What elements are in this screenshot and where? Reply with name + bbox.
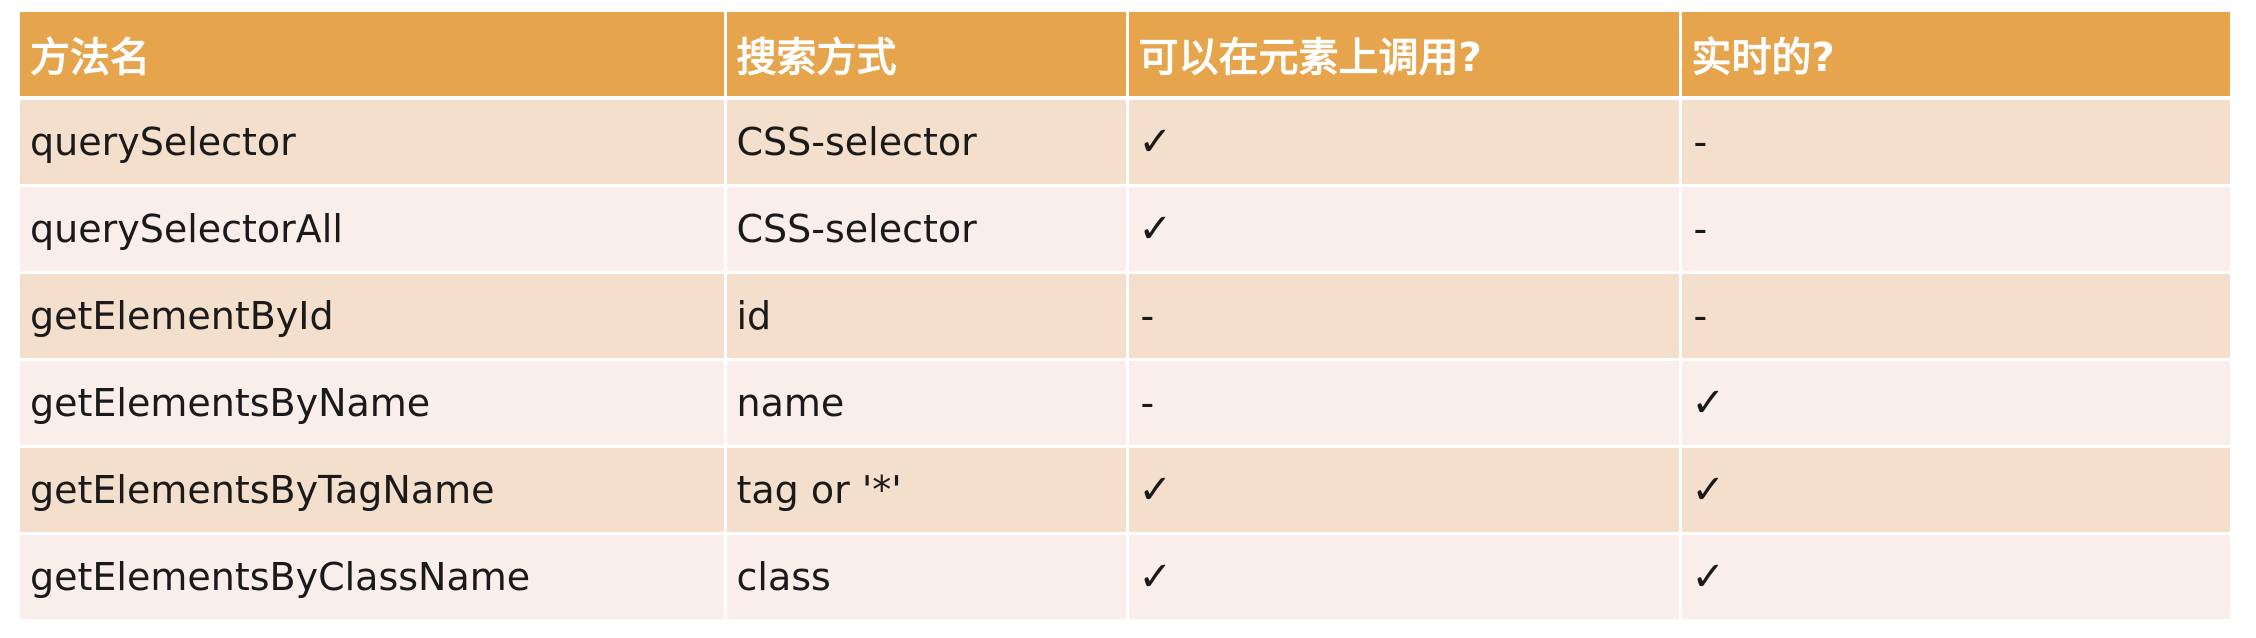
live-cell: - [1680, 271, 2230, 360]
dash-mark: - [1693, 294, 1708, 338]
method-name-cell: querySelectorAll [20, 184, 727, 273]
search-by-cell: id [725, 271, 1129, 360]
table-row: getElementById id - - [20, 271, 2230, 360]
method-name-cell: getElementsByTagName [20, 445, 727, 534]
check-icon: ✓ [1691, 380, 1726, 426]
live-cell: - [1680, 96, 2230, 186]
live-cell: - [1680, 184, 2230, 273]
method-name-cell: getElementsByName [20, 358, 727, 447]
live-cell: ✓ [1680, 532, 2230, 619]
search-by-cell: tag or '*' [725, 445, 1129, 534]
dash-mark: - [1140, 294, 1155, 338]
table-row: querySelector CSS-selector ✓ - [20, 96, 2230, 186]
header-live: 实时的? [1680, 12, 2230, 100]
dash-mark: - [1140, 381, 1155, 425]
search-by-cell: name [725, 358, 1129, 447]
header-method-name: 方法名 [20, 12, 727, 100]
header-callable-on-element: 可以在元素上调用? [1127, 12, 1682, 100]
dash-mark: - [1693, 207, 1708, 251]
search-by-cell: CSS-selector [725, 96, 1129, 186]
live-cell: ✓ [1680, 358, 2230, 447]
callable-on-element-cell: ✓ [1127, 532, 1682, 619]
table-row: getElementsByName name - ✓ [20, 358, 2230, 447]
methods-table-container: 方法名 搜索方式 可以在元素上调用? 实时的? querySelector CS… [20, 12, 2230, 619]
search-by-cell: CSS-selector [725, 184, 1129, 273]
callable-on-element-cell: ✓ [1127, 96, 1682, 186]
search-by-cell: class [725, 532, 1129, 619]
check-icon: ✓ [1138, 554, 1173, 600]
callable-on-element-cell: - [1127, 271, 1682, 360]
dash-mark: - [1693, 120, 1708, 164]
header-row: 方法名 搜索方式 可以在元素上调用? 实时的? [20, 12, 2230, 100]
check-icon: ✓ [1691, 467, 1726, 513]
method-name-cell: getElementById [20, 271, 727, 360]
header-search-by: 搜索方式 [725, 12, 1129, 100]
table-row: querySelectorAll CSS-selector ✓ - [20, 184, 2230, 273]
check-icon: ✓ [1138, 119, 1173, 165]
table-row: getElementsByTagName tag or '*' ✓ ✓ [20, 445, 2230, 534]
callable-on-element-cell: - [1127, 358, 1682, 447]
live-cell: ✓ [1680, 445, 2230, 534]
callable-on-element-cell: ✓ [1127, 445, 1682, 534]
dom-search-methods-table: 方法名 搜索方式 可以在元素上调用? 实时的? querySelector CS… [20, 12, 2230, 619]
method-name-cell: querySelector [20, 96, 727, 186]
check-icon: ✓ [1138, 206, 1173, 252]
check-icon: ✓ [1691, 554, 1726, 600]
method-name-cell: getElementsByClassName [20, 532, 727, 619]
table-row: getElementsByClassName class ✓ ✓ [20, 532, 2230, 619]
callable-on-element-cell: ✓ [1127, 184, 1682, 273]
check-icon: ✓ [1138, 467, 1173, 513]
